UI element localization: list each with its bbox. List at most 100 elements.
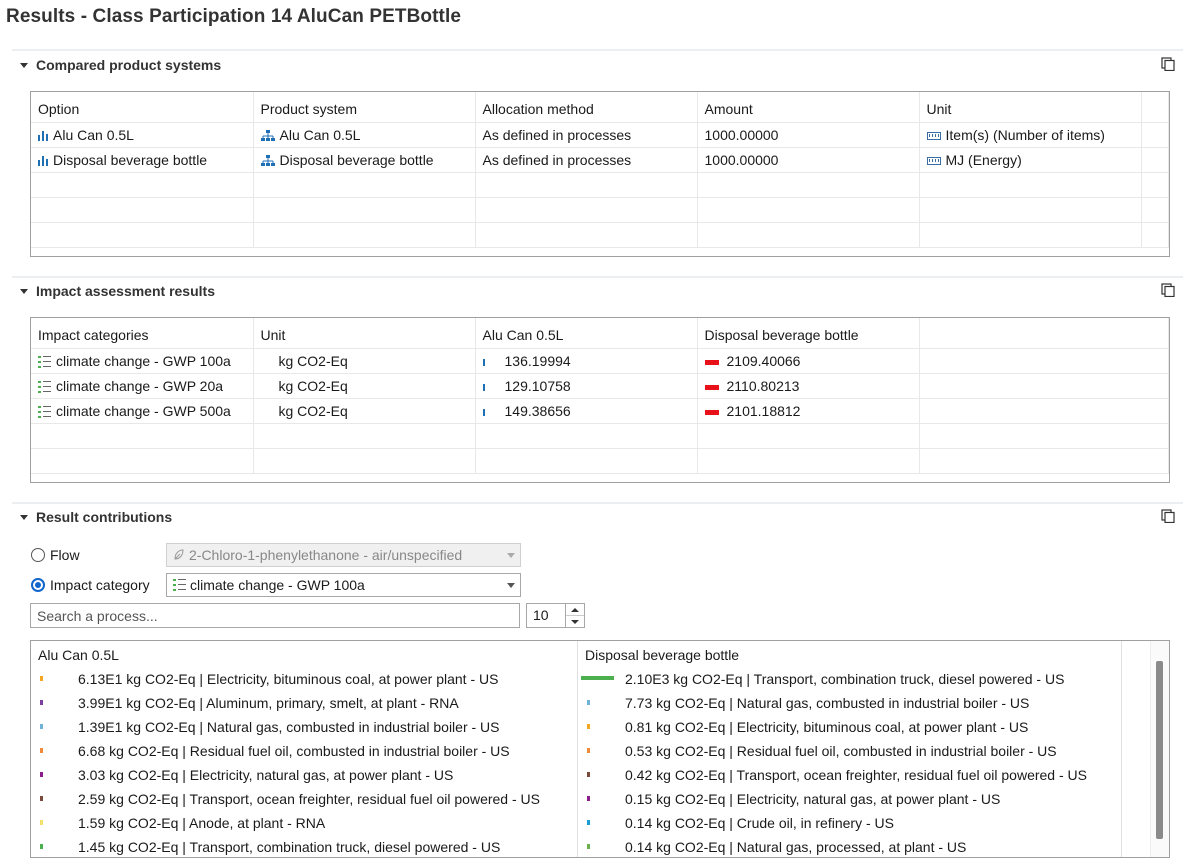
count-spinner[interactable]: 10 <box>526 603 585 628</box>
contribution-text: 3.99E1 kg CO2-Eq | Aluminum, primary, sm… <box>78 695 459 711</box>
unit-cell[interactable]: kg CO2-Eq <box>253 348 476 374</box>
flow-select[interactable]: 2-Chloro-1-phenylethanone - air/unspecif… <box>166 543 521 567</box>
table-header-row: Option Product system Allocation method … <box>31 92 1169 123</box>
section-impact-header[interactable]: Impact assessment results <box>20 283 215 299</box>
unit-cell[interactable]: Item(s) (Number of items) <box>919 122 1142 148</box>
list-item[interactable]: 0.81 kg CO2-Eq | Electricity, bituminous… <box>578 715 1150 739</box>
column-header[interactable]: Unit <box>919 92 1142 123</box>
option-cell[interactable]: Alu Can 0.5L <box>31 122 254 148</box>
alu-value-cell[interactable]: 149.38656 <box>475 398 698 424</box>
amount-cell[interactable]: 1000.00000 <box>697 122 920 148</box>
contribution-bar <box>587 796 590 801</box>
option-cell[interactable]: Disposal beverage bottle <box>31 147 254 173</box>
vertical-scrollbar[interactable] <box>1150 641 1169 857</box>
column-header[interactable]: Disposal beverage bottle <box>578 641 1150 667</box>
list-item[interactable]: 1.45 kg CO2-Eq | Transport, combination … <box>31 835 577 857</box>
contribution-bar <box>40 772 43 777</box>
contribution-text: 0.14 kg CO2-Eq | Crude oil, in refinery … <box>625 815 894 831</box>
flow-label: Flow <box>50 547 80 563</box>
list-item[interactable]: 0.42 kg CO2-Eq | Transport, ocean freigh… <box>578 763 1150 787</box>
contribution-text: 7.73 kg CO2-Eq | Natural gas, combusted … <box>625 695 1030 711</box>
list-item[interactable]: 3.99E1 kg CO2-Eq | Aluminum, primary, sm… <box>31 691 577 715</box>
list-item[interactable]: 1.39E1 kg CO2-Eq | Natural gas, combuste… <box>31 715 577 739</box>
chevron-down-icon[interactable] <box>502 574 520 596</box>
section-divider <box>12 502 1183 504</box>
list-item[interactable]: 0.14 kg CO2-Eq | Natural gas, processed,… <box>578 835 1150 857</box>
system-cell[interactable]: Disposal beverage bottle <box>253 147 476 173</box>
category-label: climate change - GWP 100a <box>56 353 231 369</box>
list-item[interactable]: 6.13E1 kg CO2-Eq | Electricity, bitumino… <box>31 667 577 691</box>
alu-value-cell[interactable]: 136.19994 <box>475 348 698 374</box>
search-process-input[interactable] <box>30 603 520 628</box>
section-divider <box>12 49 1183 51</box>
section-compared-header[interactable]: Compared product systems <box>20 57 221 73</box>
section-divider <box>12 276 1183 278</box>
copy-icon[interactable] <box>1161 57 1175 71</box>
table-row[interactable]: climate change - GWP 20a kg CO2-Eq 129.1… <box>31 373 1169 399</box>
list-item[interactable]: 6.68 kg CO2-Eq | Residual fuel oil, comb… <box>31 739 577 763</box>
table-row[interactable]: Alu Can 0.5L Alu Can 0.5L As defined in … <box>31 122 1169 148</box>
leaf-icon <box>174 549 184 560</box>
unit-label: Item(s) (Number of items) <box>945 127 1105 143</box>
list-item[interactable]: 2.59 kg CO2-Eq | Transport, ocean freigh… <box>31 787 577 811</box>
option-label: Alu Can 0.5L <box>53 127 134 143</box>
disp-value-cell[interactable]: 2101.18812 <box>697 398 920 424</box>
chevron-down-icon[interactable] <box>502 544 520 566</box>
column-header[interactable]: Unit <box>253 318 476 349</box>
column-header[interactable]: Alu Can 0.5L <box>475 318 698 349</box>
product-system-icon <box>260 155 275 167</box>
column-header[interactable]: Option <box>31 92 254 123</box>
unit-cell[interactable]: MJ (Energy) <box>919 147 1142 173</box>
alu-value-cell[interactable]: 129.10758 <box>475 373 698 399</box>
spinner-up-button[interactable] <box>566 604 584 615</box>
column-header <box>1141 92 1169 123</box>
value-label: 136.19994 <box>504 353 571 369</box>
column-header[interactable]: Amount <box>697 92 920 123</box>
result-bar <box>482 383 485 391</box>
unit-cell[interactable]: kg CO2-Eq <box>253 373 476 399</box>
list-item[interactable]: 3.03 kg CO2-Eq | Electricity, natural ga… <box>31 763 577 787</box>
copy-icon[interactable] <box>1161 509 1175 523</box>
column-header[interactable]: Product system <box>253 92 476 123</box>
list-item[interactable]: 1.59 kg CO2-Eq | Anode, at plant - RNA <box>31 811 577 835</box>
column-header[interactable]: Impact categories <box>31 318 254 349</box>
impact-category-select[interactable]: climate change - GWP 100a <box>166 573 521 597</box>
product-system-icon <box>260 130 275 142</box>
allocation-cell[interactable]: As defined in processes <box>475 122 698 148</box>
contribution-text: 1.39E1 kg CO2-Eq | Natural gas, combuste… <box>78 719 500 735</box>
amount-cell[interactable]: 1000.00000 <box>697 147 920 173</box>
list-item[interactable]: 2.10E3 kg CO2-Eq | Transport, combinatio… <box>578 667 1150 691</box>
disp-value-cell[interactable]: 2110.80213 <box>697 373 920 399</box>
disp-value-cell[interactable]: 2109.40066 <box>697 348 920 374</box>
table-row[interactable]: climate change - GWP 100a kg CO2-Eq 136.… <box>31 348 1169 374</box>
system-cell[interactable]: Alu Can 0.5L <box>253 122 476 148</box>
column-header[interactable]: Disposal beverage bottle <box>697 318 920 349</box>
section-contributions-header[interactable]: Result contributions <box>20 509 172 525</box>
category-cell[interactable]: climate change - GWP 20a <box>31 373 254 399</box>
list-item[interactable]: 0.53 kg CO2-Eq | Residual fuel oil, comb… <box>578 739 1150 763</box>
table-row[interactable]: Disposal beverage bottle Disposal bevera… <box>31 147 1169 173</box>
flow-radio[interactable] <box>31 548 45 562</box>
list-item[interactable]: 0.14 kg CO2-Eq | Crude oil, in refinery … <box>578 811 1150 835</box>
spinner-down-button[interactable] <box>566 615 584 627</box>
copy-icon[interactable] <box>1161 283 1175 297</box>
unit-cell[interactable]: kg CO2-Eq <box>253 398 476 424</box>
category-cell[interactable]: climate change - GWP 500a <box>31 398 254 424</box>
category-label: climate change - GWP 500a <box>56 403 231 419</box>
contribution-bar <box>40 844 43 849</box>
list-item[interactable]: 0.15 kg CO2-Eq | Electricity, natural ga… <box>578 787 1150 811</box>
value-label: 129.10758 <box>504 378 571 394</box>
count-value[interactable]: 10 <box>527 604 565 627</box>
allocation-cell[interactable]: As defined in processes <box>475 147 698 173</box>
contribution-bar <box>587 844 590 849</box>
category-cell[interactable]: climate change - GWP 100a <box>31 348 254 374</box>
scrollbar-thumb[interactable] <box>1156 661 1163 839</box>
empty-row <box>31 222 1169 248</box>
impact-category-radio[interactable] <box>31 578 45 592</box>
list-item[interactable]: 7.73 kg CO2-Eq | Natural gas, combusted … <box>578 691 1150 715</box>
alu-column: Alu Can 0.5L 6.13E1 kg CO2-Eq | Electric… <box>31 641 577 857</box>
table-row[interactable]: climate change - GWP 500a kg CO2-Eq 149.… <box>31 398 1169 424</box>
column-header[interactable]: Alu Can 0.5L <box>31 641 577 667</box>
column-header[interactable]: Allocation method <box>475 92 698 123</box>
contribution-text: 0.53 kg CO2-Eq | Residual fuel oil, comb… <box>625 743 1057 759</box>
